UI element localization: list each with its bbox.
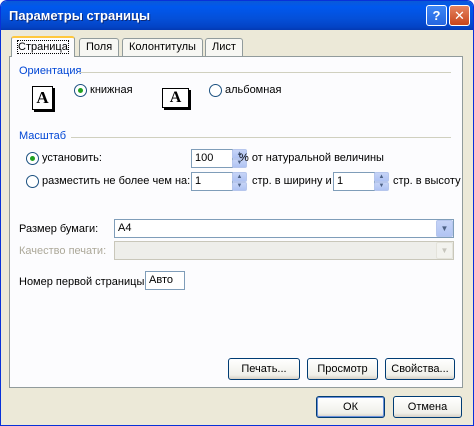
cancel-button[interactable]: Отмена <box>393 396 462 418</box>
portrait-radio[interactable] <box>74 84 87 97</box>
scale-divider <box>71 137 451 138</box>
first-page-label: Номер первой страницы: <box>19 276 148 288</box>
fit-height-spinner[interactable]: ▲ ▼ <box>374 172 389 191</box>
preview-button[interactable]: Просмотр <box>307 358 378 380</box>
landscape-page-icon: A <box>162 88 189 108</box>
properties-button[interactable]: Свойства... <box>385 358 455 380</box>
tab-panel: Ориентация A книжная A альбомная Масштаб… <box>9 56 463 388</box>
ok-button[interactable]: ОК <box>316 396 385 418</box>
landscape-label[interactable]: альбомная <box>225 84 281 96</box>
chevron-down-icon[interactable]: ▼ <box>436 220 453 237</box>
help-icon[interactable]: ? <box>426 5 447 26</box>
portrait-page-icon: A <box>32 86 53 110</box>
spin-up-icon[interactable]: ▲ <box>374 172 389 182</box>
scale-set-label[interactable]: установить: <box>42 152 102 164</box>
scale-percent-input[interactable]: 100 <box>191 149 233 168</box>
title-bar[interactable]: Параметры страницы ? ✕ <box>1 1 473 30</box>
first-page-input[interactable]: Авто <box>145 271 185 290</box>
tab-page-label: Страница <box>17 40 69 54</box>
dialog-title: Параметры страницы <box>9 8 151 23</box>
scale-group-label: Масштаб <box>19 130 67 142</box>
tab-sheet[interactable]: Лист <box>205 38 243 56</box>
print-button[interactable]: Печать... <box>228 358 300 380</box>
paper-size-select[interactable]: A4 ▼ <box>114 219 454 238</box>
tab-margins[interactable]: Поля <box>79 38 120 56</box>
close-icon[interactable]: ✕ <box>449 5 470 26</box>
spin-up-icon[interactable]: ▲ <box>232 172 247 182</box>
landscape-radio[interactable] <box>209 84 222 97</box>
scale-fit-label[interactable]: разместить не более чем на: <box>42 175 190 187</box>
paper-size-label: Размер бумаги: <box>19 223 99 235</box>
scale-fit-radio[interactable] <box>26 175 39 188</box>
tab-header-footer[interactable]: Колонтитулы <box>122 38 203 56</box>
fit-width-input[interactable]: 1 <box>191 172 233 191</box>
scale-set-radio[interactable] <box>26 152 39 165</box>
landscape-icon-letter: A <box>169 89 182 106</box>
print-quality-label: Качество печати: <box>19 245 107 257</box>
orientation-divider <box>79 72 451 73</box>
spin-down-icon[interactable]: ▼ <box>374 181 389 191</box>
chevron-down-icon: ▼ <box>436 242 453 259</box>
print-quality-select: ▼ <box>114 241 454 260</box>
paper-size-value: A4 <box>118 222 132 234</box>
scale-percent-suffix: % от натуральной величины <box>239 152 384 164</box>
portrait-label[interactable]: книжная <box>90 84 133 96</box>
orientation-group-label: Ориентация <box>19 65 82 77</box>
fit-width-suffix: стр. в ширину и <box>252 175 332 187</box>
fit-height-input[interactable]: 1 <box>333 172 375 191</box>
portrait-icon-letter: A <box>36 88 49 107</box>
fit-width-spinner[interactable]: ▲ ▼ <box>232 172 247 191</box>
fit-height-suffix: стр. в высоту <box>393 175 461 187</box>
tab-page[interactable]: Страница <box>11 36 75 57</box>
page-setup-dialog: Параметры страницы ? ✕ Страница Поля Кол… <box>0 0 474 426</box>
spin-down-icon[interactable]: ▼ <box>232 181 247 191</box>
